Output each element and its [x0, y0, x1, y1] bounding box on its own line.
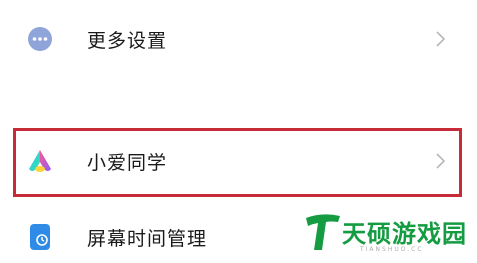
xiaoai-icon: [26, 147, 54, 175]
settings-item-more[interactable]: 更多设置: [0, 9, 477, 69]
settings-item-label: 更多设置: [87, 29, 168, 52]
screen-time-icon: [26, 223, 54, 251]
chevron-right-icon: [434, 151, 448, 171]
settings-screen: 更多设置 小爱同学 屏幕时间管理 天硕游戏园 TIANSHUO.CC: [0, 0, 477, 263]
more-dots-icon: [26, 25, 54, 53]
settings-item-label: 屏幕时间管理: [87, 227, 208, 250]
settings-item-label: 小爱同学: [87, 151, 168, 174]
watermark-logo-icon: [304, 212, 342, 256]
watermark-brand: 天硕游戏园: [342, 220, 467, 248]
watermark-sub: TIANSHUO.CC: [360, 246, 424, 253]
settings-item-xiaoai[interactable]: 小爱同学: [0, 131, 477, 191]
chevron-right-icon: [434, 29, 448, 49]
watermark: 天硕游戏园 TIANSHUO.CC: [300, 212, 470, 258]
